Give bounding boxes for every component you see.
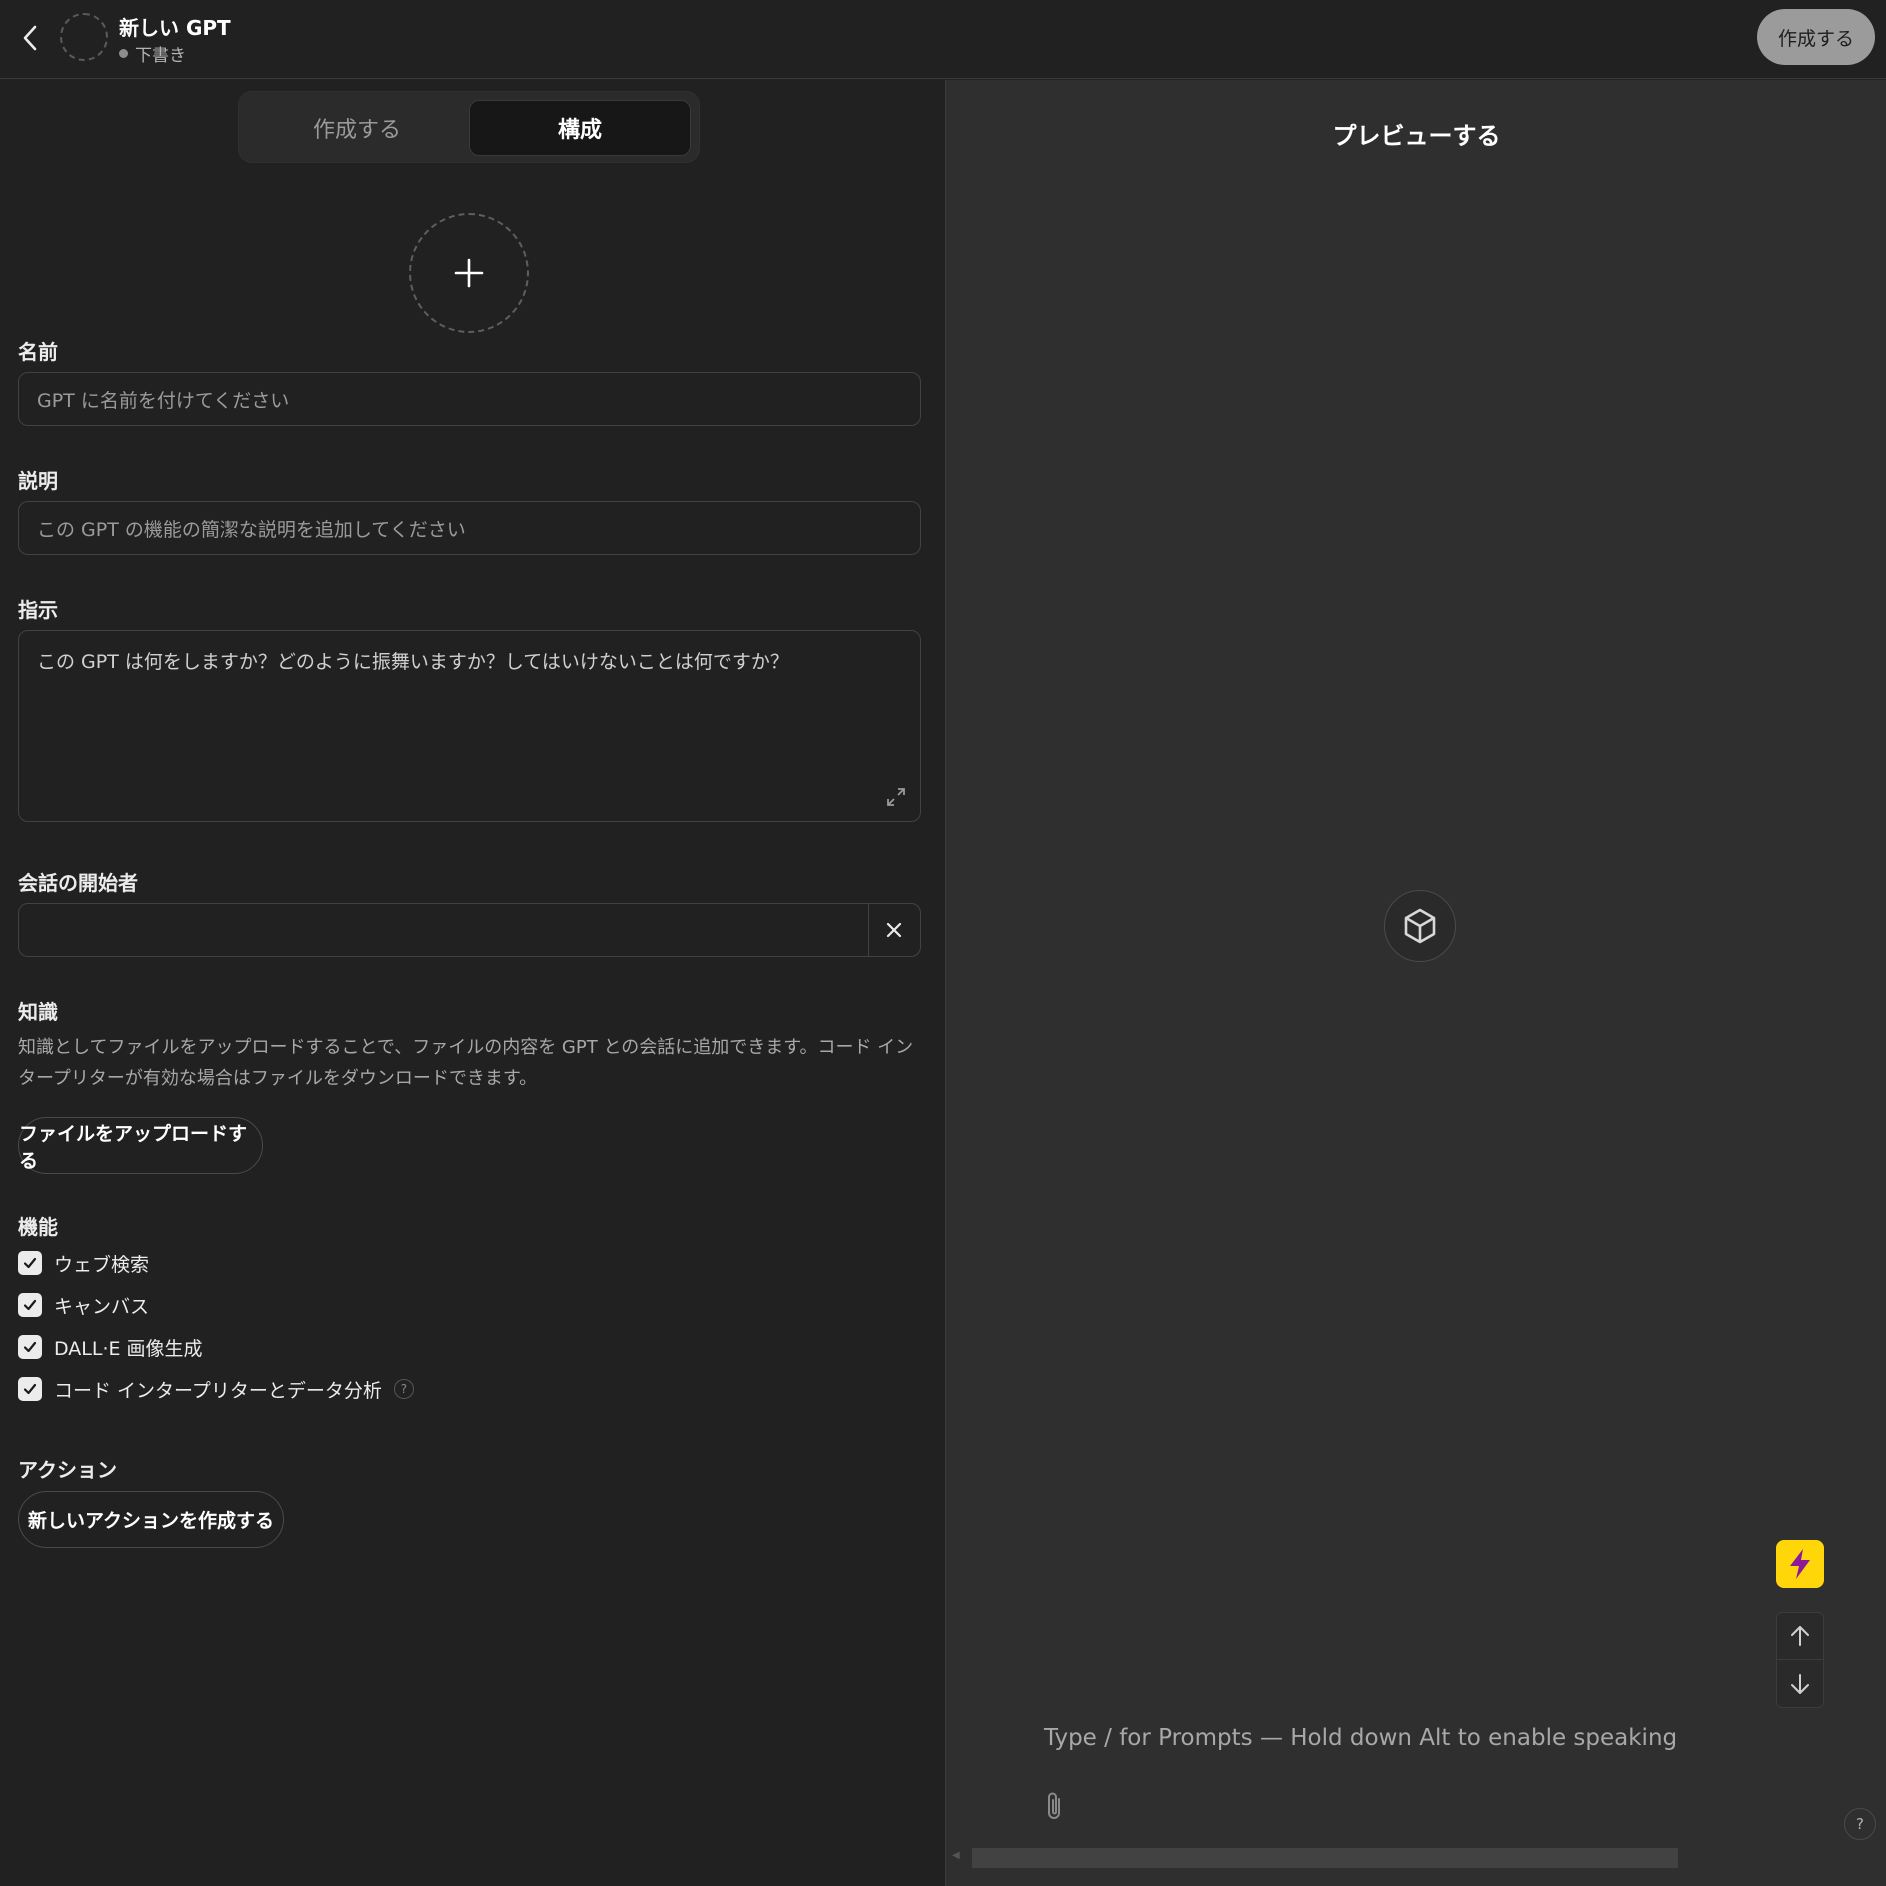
attach-button[interactable] — [1044, 1790, 1072, 1824]
starters-label: 会話の開始者 — [18, 871, 138, 895]
starter-input[interactable] — [19, 904, 869, 956]
checkmark-icon — [23, 1299, 37, 1311]
paperclip-icon — [1048, 1792, 1060, 1819]
web-search-checkbox[interactable] — [18, 1251, 42, 1275]
gpt-logo — [1384, 890, 1456, 962]
tab-configure[interactable]: 構成 — [469, 100, 691, 156]
name-label: 名前 — [18, 340, 58, 364]
preview-panel: プレビューする Type / for Prompts — Hold down A… — [945, 80, 1886, 1886]
capability-web-search: ウェブ検索 — [18, 1248, 149, 1278]
capability-code-interpreter: コード インタープリターとデータ分析 ? — [18, 1374, 414, 1404]
description-label: 説明 — [18, 469, 58, 493]
starter-field — [18, 903, 921, 957]
help-icon[interactable]: ? — [393, 1379, 414, 1399]
instructions-label: 指示 — [18, 598, 58, 622]
code-interpreter-label: コード インタープリターとデータ分析 — [54, 1379, 382, 1402]
checkmark-icon — [23, 1257, 37, 1269]
lightning-bolt-icon — [1790, 1549, 1810, 1579]
scroll-up-button[interactable] — [1777, 1613, 1823, 1660]
name-input[interactable]: GPT に名前を付けてください — [18, 372, 921, 426]
gpt-avatar — [60, 13, 108, 61]
dalle-label: DALL·E 画像生成 — [54, 1337, 203, 1360]
dalle-checkbox[interactable] — [18, 1335, 42, 1359]
checkmark-icon — [23, 1341, 37, 1353]
capability-dalle: DALL·E 画像生成 — [18, 1332, 203, 1362]
plus-icon — [454, 258, 484, 288]
checkmark-icon — [23, 1383, 37, 1395]
code-interpreter-checkbox[interactable] — [18, 1377, 42, 1401]
editor-panel: 作成する 構成 名前 GPT に名前を付けてください 説明 この GPT の機能… — [0, 80, 944, 1886]
chevron-left-icon — [23, 25, 37, 51]
status-dot — [119, 49, 128, 58]
preview-title: プレビューする — [1332, 122, 1501, 150]
expand-icon[interactable] — [884, 785, 908, 809]
capability-canvas: キャンバス — [18, 1290, 149, 1320]
tab-create[interactable]: 作成する — [249, 100, 465, 156]
draft-status: 下書き — [119, 41, 186, 66]
web-search-label: ウェブ検索 — [54, 1253, 150, 1276]
mode-tabs: 作成する 構成 — [238, 91, 700, 163]
remove-starter-button[interactable] — [868, 904, 920, 956]
scroll-down-button[interactable] — [1777, 1660, 1823, 1707]
cube-icon — [1404, 908, 1436, 944]
capabilities-label: 機能 — [18, 1215, 58, 1239]
description-input[interactable]: この GPT の機能の簡潔な説明を追加してください — [18, 501, 921, 555]
arrow-down-icon — [1791, 1673, 1809, 1694]
canvas-label: キャンバス — [54, 1295, 150, 1318]
back-button[interactable] — [14, 18, 46, 58]
close-icon — [886, 922, 902, 938]
knowledge-label: 知識 — [18, 1000, 58, 1024]
actions-label: アクション — [18, 1458, 117, 1482]
publish-button[interactable]: 作成する — [1757, 9, 1875, 65]
scroll-left-arrow[interactable]: ◀ — [952, 1850, 962, 1864]
message-input[interactable]: Type / for Prompts — Hold down Alt to en… — [1044, 1725, 1677, 1751]
canvas-checkbox[interactable] — [18, 1293, 42, 1317]
lightning-button[interactable] — [1776, 1540, 1824, 1588]
arrow-up-icon — [1791, 1626, 1809, 1646]
name-placeholder: GPT に名前を付けてください — [37, 389, 290, 412]
avatar-upload-button[interactable] — [409, 213, 529, 333]
instructions-placeholder: この GPT は何をしますか？どのように振舞いますか？してはいけないことは何です… — [37, 651, 789, 673]
top-bar: 新しい GPT 下書き 作成する — [0, 0, 1886, 79]
help-button[interactable]: ? — [1844, 1808, 1876, 1840]
knowledge-description: 知識としてファイルをアップロードすることで、ファイルの内容を GPT との会話に… — [18, 1037, 914, 1089]
scroll-controls — [1776, 1612, 1824, 1708]
upload-files-button[interactable]: ファイルをアップロードする — [18, 1117, 263, 1174]
create-action-button[interactable]: 新しいアクションを作成する — [18, 1491, 284, 1548]
instructions-textarea[interactable]: この GPT は何をしますか？どのように振舞いますか？してはいけないことは何です… — [18, 630, 921, 822]
status-label: 下書き — [135, 46, 186, 66]
description-placeholder: この GPT の機能の簡潔な説明を追加してください — [37, 518, 466, 541]
horizontal-scrollbar[interactable] — [972, 1848, 1678, 1868]
gpt-title: 新しい GPT — [119, 16, 231, 40]
